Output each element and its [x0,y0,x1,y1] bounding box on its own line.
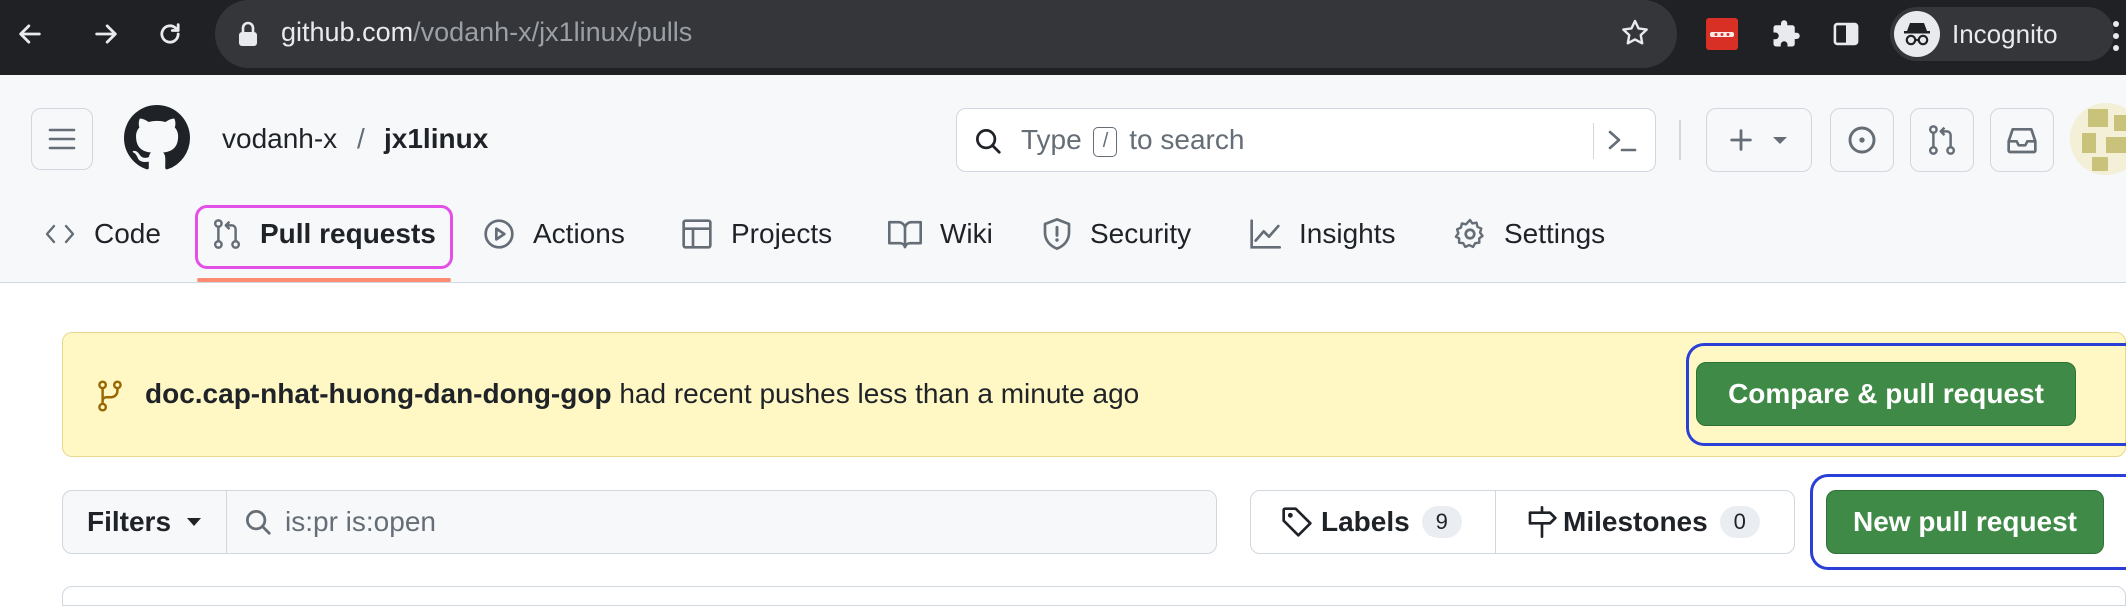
compare-pull-request-button[interactable]: Compare & pull request [1696,362,2076,426]
tab-projects[interactable]: Projects [681,205,832,263]
extension-red-icon[interactable] [1702,14,1742,54]
tab-label: Projects [731,218,833,249]
inbox-icon [2007,127,2037,154]
search-icon [243,507,273,542]
labels-label: Labels [1321,506,1410,537]
tab-label: Insights [1299,218,1396,249]
gear-icon [1454,218,1484,249]
tag-icon [1282,507,1312,537]
breadcrumb-separator: / [357,123,365,154]
tab-label: Actions [533,218,625,249]
play-icon [484,219,514,249]
tab-settings[interactable]: Settings [1454,205,1605,263]
tab-code[interactable]: Code [44,205,161,263]
issue-opened-icon [1848,126,1876,154]
milestones-button[interactable]: Milestones 0 [1527,491,1760,553]
tab-label: Code [94,218,161,249]
branch-name-link[interactable]: doc.cap-nhat-huong-dan-dong-gop [145,378,612,409]
puzzle-icon[interactable] [1766,14,1806,54]
url-text: github.com/vodanh-x/jx1linux/pulls [281,17,693,47]
active-tab-underline [197,278,451,282]
filters-dropdown-button[interactable]: Filters [63,491,227,553]
star-icon[interactable] [1619,17,1651,54]
issues-button[interactable] [1830,108,1894,172]
user-avatar[interactable] [2070,103,2126,175]
triangle-down-icon [187,518,202,526]
code-icon [45,224,75,244]
pull-requests-button[interactable] [1910,108,1974,172]
sidepanel-icon[interactable] [1826,14,1866,54]
global-search-input[interactable]: Type / to search [956,108,1656,172]
pr-search-query: is:pr is:open [285,506,436,537]
filters-label: Filters [87,506,172,537]
plus-icon [1730,129,1752,151]
repo-header: vodanh-x / jx1linux Type / to search Cod… [0,75,2126,283]
labels-button[interactable]: Labels 9 [1281,491,1462,553]
shield-icon [1043,218,1071,250]
tab-actions[interactable]: Actions [483,205,625,263]
milestones-count: 0 [1719,506,1760,538]
header-divider [1679,120,1681,160]
search-placeholder: Type / to search [1021,124,1245,157]
graph-icon [1250,219,1281,249]
milestone-icon [1528,506,1557,538]
tab-label: Settings [1504,218,1606,249]
slash-key-hint: / [1093,126,1118,157]
tab-label: Wiki [940,218,993,249]
group-divider [1495,491,1496,553]
hamburger-menu-button[interactable] [31,108,93,170]
browser-toolbar: github.com/vodanh-x/jx1linux/pulls Incog… [0,0,2126,75]
table-icon [682,219,712,249]
labels-milestones-group: Labels 9 Milestones 0 [1250,490,1795,554]
git-branch-icon [97,380,123,417]
pull-request-list [62,586,2126,606]
tab-security[interactable]: Security [1042,205,1191,263]
repo-owner-link[interactable]: vodanh-x [222,122,337,156]
incognito-icon [1894,11,1940,57]
search-divider [1593,123,1594,159]
new-pull-request-button[interactable]: New pull request [1826,490,2104,554]
incognito-indicator[interactable]: Incognito [1890,7,2114,61]
lock-icon [237,20,259,53]
milestones-label: Milestones [1563,506,1708,537]
inbox-button[interactable] [1990,108,2054,172]
command-palette-icon[interactable] [1607,126,1639,161]
forward-arrow-icon[interactable] [84,12,128,56]
back-arrow-icon[interactable] [8,12,52,56]
browser-menu-icon[interactable] [2112,16,2126,56]
tab-label: Security [1090,218,1192,249]
address-bar[interactable]: github.com/vodanh-x/jx1linux/pulls [215,0,1677,68]
active-tab-highlight [195,205,453,269]
git-pull-request-icon [1928,125,1956,155]
pr-search-input[interactable]: is:pr is:open [227,491,1216,553]
reload-icon[interactable] [148,12,192,56]
github-logo-icon[interactable] [124,105,190,171]
search-icon [973,126,1003,161]
triangle-down-icon [1773,137,1787,144]
book-icon [888,220,922,249]
repo-name-link[interactable]: jx1linux [384,122,488,156]
tab-insights[interactable]: Insights [1249,205,1396,263]
create-new-button[interactable] [1706,108,1812,172]
hamburger-icon [48,128,76,150]
tab-wiki[interactable]: Wiki [888,205,993,263]
labels-count: 9 [1421,506,1462,538]
banner-message: doc.cap-nhat-huong-dan-dong-gop had rece… [145,378,1140,409]
filters-bar: Filters is:pr is:open [62,490,1217,554]
incognito-label: Incognito [1952,19,2058,49]
